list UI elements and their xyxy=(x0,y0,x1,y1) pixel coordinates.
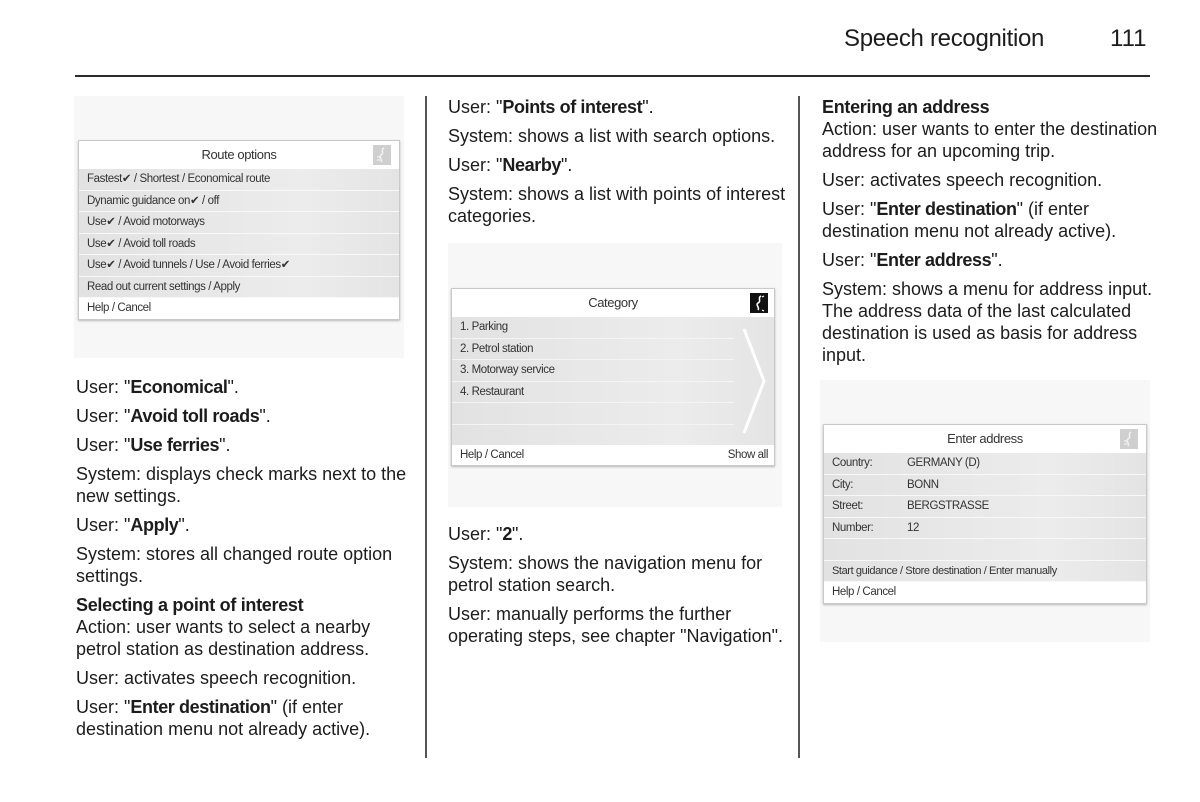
instruction-step: User: "Apply". xyxy=(76,515,190,535)
address-field-row[interactable]: City: BONN xyxy=(824,475,1146,496)
page-number: 111 xyxy=(1110,25,1147,52)
field-value: BONN xyxy=(907,478,939,491)
instruction-step: Action: user wants to select a nearby pe… xyxy=(76,617,371,659)
instruction-step: User: "2". xyxy=(448,524,524,544)
address-actions-row[interactable]: Start guidance / Store destination / Ent… xyxy=(824,561,1146,582)
screen-title-bar: Category xyxy=(452,289,774,317)
voice-speech-icon xyxy=(373,145,391,165)
address-field-row[interactable]: Number: 12 xyxy=(824,518,1146,539)
help-cancel-row[interactable]: Help / Cancel xyxy=(79,298,399,319)
screen-title: Enter address xyxy=(947,431,1023,446)
category-item[interactable]: 1. Parking xyxy=(452,317,734,339)
instruction-step: Action: user wants to enter the destinat… xyxy=(822,119,1158,161)
address-field-row[interactable]: Country: GERMANY (D) xyxy=(824,453,1146,475)
category-footer: Help / Cancel Show all xyxy=(452,445,774,465)
instruction-step: User: "Avoid toll roads". xyxy=(76,406,271,426)
route-option-row[interactable]: Read out current settings / Apply xyxy=(79,277,399,298)
column-divider xyxy=(425,96,427,758)
instruction-step: System: shows a list with points of inte… xyxy=(448,184,786,226)
route-option-row[interactable]: Use✔ / Avoid motorways xyxy=(79,212,399,234)
field-value: GERMANY (D) xyxy=(907,457,980,469)
help-cancel-row[interactable]: Help / Cancel xyxy=(824,582,1146,603)
route-options-screen: Route options Fastest✔ / Shortest / Econ… xyxy=(78,140,400,320)
instruction-step: System: displays check marks next to the… xyxy=(76,464,407,506)
field-label: Street: xyxy=(832,500,864,512)
route-option-row[interactable]: Use✔ / Avoid toll roads xyxy=(79,234,399,255)
field-value: 12 xyxy=(907,521,919,534)
field-value: BERGSTRASSE xyxy=(907,500,989,512)
show-all-option[interactable]: Show all xyxy=(728,445,769,465)
category-item[interactable] xyxy=(452,403,734,425)
category-item[interactable]: 4. Restaurant xyxy=(452,382,734,403)
instruction-step: User: activates speech recognition. xyxy=(76,668,357,688)
category-figure: Category 1. Parking 2. Petrol station 3.… xyxy=(448,243,782,507)
instruction-step: User: "Nearby". xyxy=(448,155,573,175)
field-label: City: xyxy=(832,478,854,491)
category-item[interactable]: 3. Motorway service xyxy=(452,360,734,382)
screen-title: Route options xyxy=(201,147,277,162)
voice-speech-icon xyxy=(1120,429,1138,449)
section-heading: Entering an address xyxy=(822,97,990,117)
instruction-step: System: stores all changed route option … xyxy=(76,544,393,586)
field-label: Number: xyxy=(832,521,874,534)
field-label: Country: xyxy=(832,457,873,469)
enter-address-screen: Enter address Country: GERMANY (D) City: B… xyxy=(823,424,1147,604)
instruction-step: User: "Use ferries". xyxy=(76,435,231,455)
instruction-step: User: activates speech recognition. xyxy=(822,170,1103,190)
instruction-step: System: shows a menu for address input. … xyxy=(822,279,1153,365)
column-2-text-top: User: "Points of interest". System: show… xyxy=(448,96,788,227)
route-option-row[interactable]: Use✔ / Avoid tunnels / Use / Avoid ferri… xyxy=(79,255,399,277)
column-2-text-bottom: User: "2". System: shows the navigation … xyxy=(448,523,788,647)
chevron-right-icon[interactable] xyxy=(740,325,768,437)
screen-title: Category xyxy=(588,295,638,310)
column-divider xyxy=(798,96,800,758)
route-options-figure: Route options Fastest✔ / Shortest / Econ… xyxy=(74,96,404,358)
page-header-title: Speech recognition xyxy=(844,25,1045,52)
route-option-row[interactable]: Dynamic guidance on✔ / off xyxy=(79,191,399,212)
column-2: User: "Points of interest". System: show… xyxy=(448,96,788,654)
instruction-step: System: shows a list with search options… xyxy=(448,126,776,146)
column-1: Route options Fastest✔ / Shortest / Econ… xyxy=(74,96,416,747)
instruction-step: User: "Economical". xyxy=(76,377,239,397)
address-field-row[interactable]: Street: BERGSTRASSE xyxy=(824,496,1146,518)
category-spacer xyxy=(452,425,734,446)
enter-address-figure: Enter address Country: GERMANY (D) City: B… xyxy=(820,380,1150,642)
category-screen: Category 1. Parking 2. Petrol station 3.… xyxy=(451,288,775,466)
route-option-row[interactable]: Fastest✔ / Shortest / Economical route xyxy=(79,169,399,191)
instruction-step: User: manually performs the further oper… xyxy=(448,604,783,646)
instruction-step: User: "Enter destination" (if enter dest… xyxy=(822,199,1117,241)
category-list: 1. Parking 2. Petrol station 3. Motorway… xyxy=(452,317,774,445)
header-divider xyxy=(75,75,1150,77)
route-options-list: Fastest✔ / Shortest / Economical route D… xyxy=(79,169,399,298)
instruction-step: User: "Enter address". xyxy=(822,250,1003,270)
section-heading: Selecting a point of interest xyxy=(76,595,304,615)
instruction-step: User: "Points of interest". xyxy=(448,97,654,117)
address-field-row[interactable] xyxy=(824,539,1146,561)
address-fields: Country: GERMANY (D) City: BONN Street: BER… xyxy=(824,453,1146,582)
column-1-text: User: "Economical". User: "Avoid toll ro… xyxy=(76,376,416,740)
voice-speech-icon xyxy=(750,293,768,313)
instruction-step: User: "Enter destination" (if enter dest… xyxy=(76,697,371,739)
column-3: Entering an address Action: user wants t… xyxy=(820,96,1162,642)
screen-title-bar: Route options xyxy=(79,141,399,169)
screen-title-bar: Enter address xyxy=(824,425,1146,453)
help-cancel-option[interactable]: Help / Cancel xyxy=(460,445,524,465)
category-item[interactable]: 2. Petrol station xyxy=(452,339,734,360)
instruction-step: System: shows the navigation menu for pe… xyxy=(448,553,763,595)
